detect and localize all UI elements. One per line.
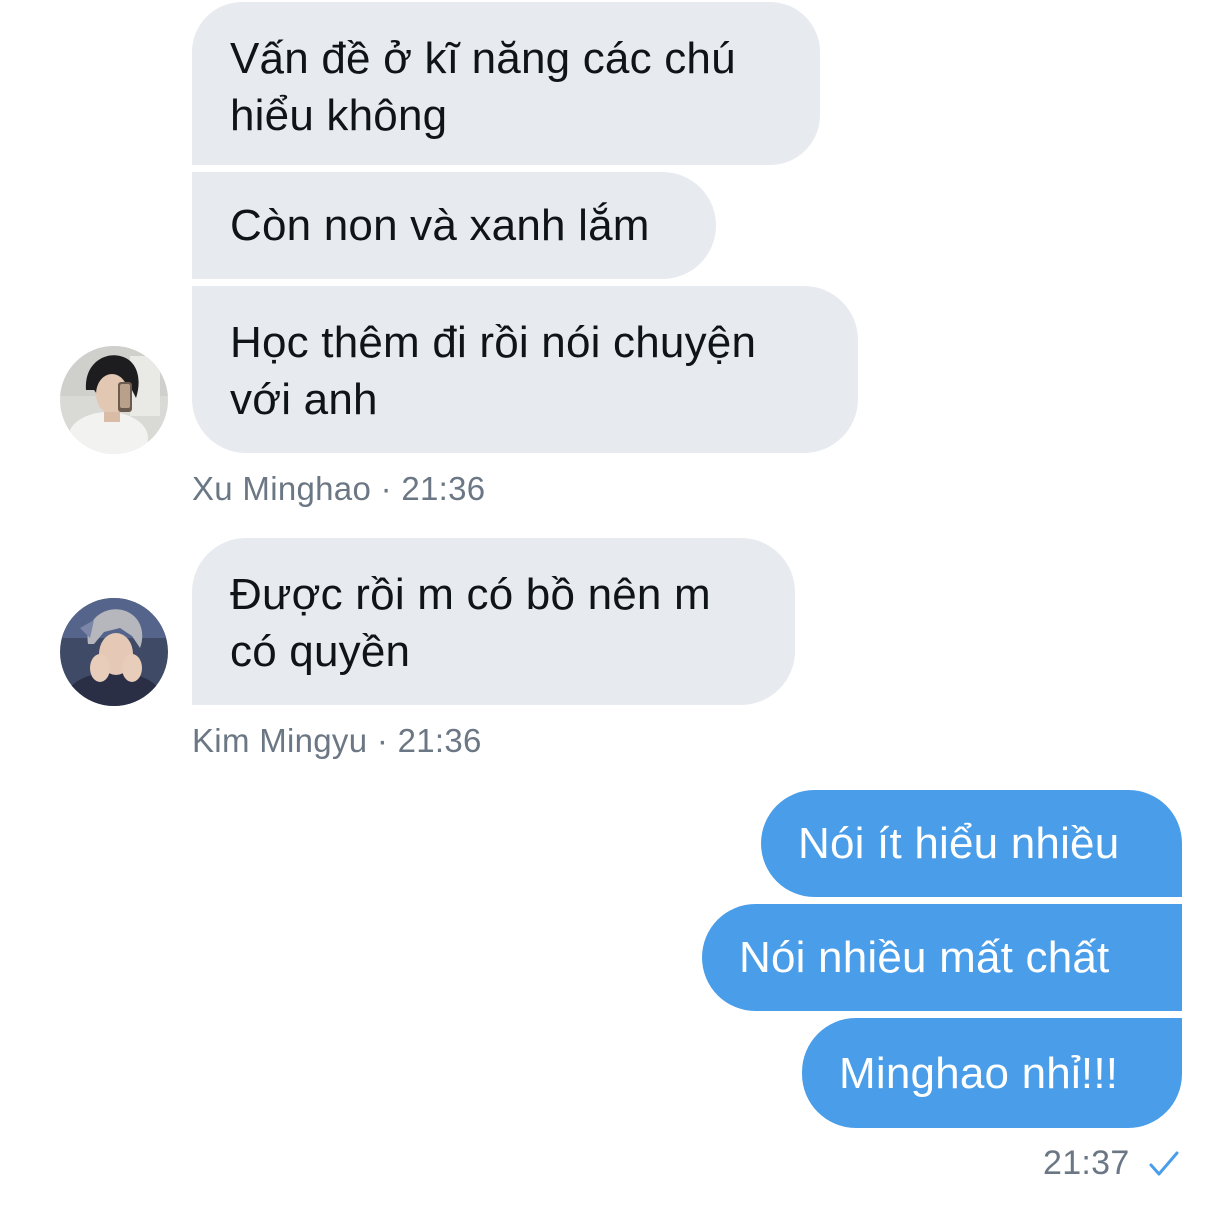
message-bubble-received[interactable]: Còn non và xanh lắm (192, 172, 716, 279)
message-meta: Xu Minghao · 21:36 (192, 470, 485, 508)
meta-separator: · (380, 470, 392, 507)
avatar-photo-icon (60, 598, 168, 706)
sender-name: Kim Mingyu (192, 722, 368, 759)
message-time: 21:37 (1043, 1144, 1130, 1182)
message-meta: Kim Mingyu · 21:36 (192, 722, 482, 760)
message-line: Minghao nhỉ!!! (839, 1049, 1119, 1098)
message-time: 21:36 (401, 470, 486, 507)
conversation-thread: Vấn đề ở kĩ năng các chú hiểu không Còn … (0, 0, 1213, 1208)
message-bubble-sent[interactable]: Nói ít hiểu nhiều (761, 790, 1182, 897)
message-bubble-received[interactable]: Học thêm đi rồi nói chuyện với anh (192, 286, 858, 453)
message-line: Học thêm đi rồi nói chuyện (230, 318, 757, 367)
meta-separator: · (376, 722, 389, 759)
message-line: hiểu không (230, 91, 448, 140)
message-line: Được rồi m có bồ nên m (230, 570, 711, 619)
message-bubble-received[interactable]: Được rồi m có bồ nên m có quyền (192, 538, 795, 705)
avatar-photo-icon (60, 346, 168, 454)
message-bubble-received[interactable]: Vấn đề ở kĩ năng các chú hiểu không (192, 2, 820, 165)
message-bubble-sent[interactable]: Minghao nhỉ!!! (802, 1018, 1182, 1128)
sender-name: Xu Minghao (192, 470, 372, 507)
sent-message-time: 21:37 (1043, 1144, 1130, 1183)
message-line: Còn non và xanh lắm (230, 201, 650, 250)
message-line: với anh (230, 375, 378, 424)
user-avatar-kim-mingyu[interactable] (60, 598, 168, 706)
message-line: Nói nhiều mất chất (739, 933, 1110, 982)
sent-check-icon (1148, 1150, 1180, 1183)
user-avatar-xu-minghao[interactable] (60, 346, 168, 454)
message-line: có quyền (230, 627, 411, 676)
message-bubble-sent[interactable]: Nói nhiều mất chất (702, 904, 1182, 1011)
message-time: 21:36 (397, 722, 482, 759)
message-line: Vấn đề ở kĩ năng các chú (230, 34, 736, 83)
message-line: Nói ít hiểu nhiều (798, 819, 1120, 868)
